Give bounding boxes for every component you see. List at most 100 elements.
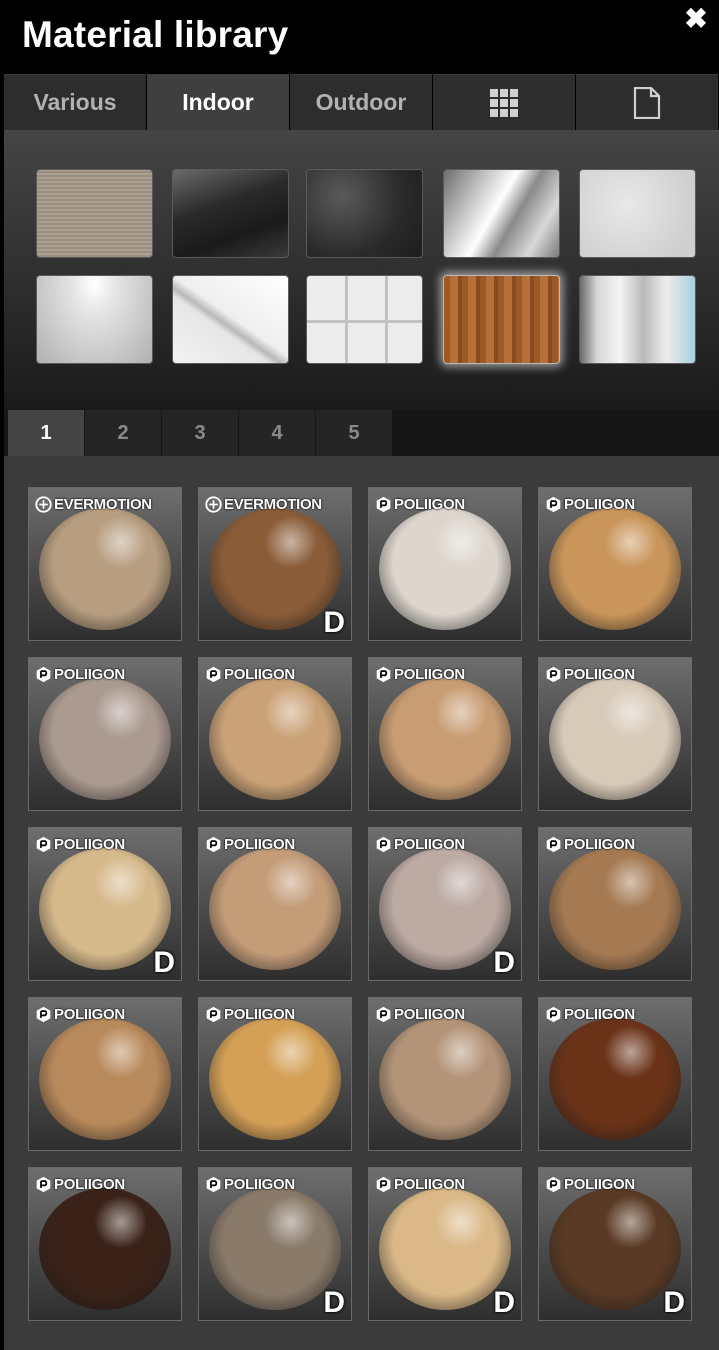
material-card[interactable]: POLIIGON (28, 1167, 182, 1321)
page-4[interactable]: 4 (239, 410, 315, 456)
tab-grid-view[interactable] (433, 74, 575, 130)
category-wood[interactable] (443, 275, 560, 364)
material-card[interactable]: POLIIGON D (368, 1167, 522, 1321)
brand-label: POLIIGON (375, 494, 465, 514)
material-card[interactable]: POLIIGON (198, 657, 352, 811)
tab-various[interactable]: Various (4, 74, 146, 130)
page-2[interactable]: 2 (85, 410, 161, 456)
brand-label: POLIIGON (545, 664, 635, 684)
brand-name: POLIIGON (54, 835, 125, 853)
brand-name: EVERMOTION (224, 495, 322, 513)
material-library-panel: Material library ✖ Various Indoor Outdoo… (0, 0, 719, 1350)
material-card[interactable]: POLIIGON (538, 657, 692, 811)
evermotion-logo-icon (35, 495, 54, 513)
poliigon-logo-icon (35, 836, 54, 853)
window-title: Material library (22, 14, 289, 55)
brand-label: POLIIGON (375, 834, 465, 854)
brand-name: POLIIGON (564, 1005, 635, 1023)
material-card[interactable]: POLIIGON (198, 827, 352, 981)
material-card[interactable]: EVERMOTION (28, 487, 182, 641)
brand-name: POLIIGON (394, 1175, 465, 1193)
material-card[interactable]: POLIIGON (538, 997, 692, 1151)
material-card[interactable]: POLIIGON (28, 657, 182, 811)
brand-label: POLIIGON (205, 834, 295, 854)
poliigon-logo-icon (205, 1006, 224, 1023)
material-sphere (209, 848, 341, 970)
poliigon-logo-icon (545, 836, 564, 853)
material-card[interactable]: POLIIGON (198, 997, 352, 1151)
material-sphere (549, 1188, 681, 1310)
category-glossy-white[interactable] (36, 275, 153, 364)
material-sphere (39, 848, 171, 970)
close-icon[interactable]: ✖ (684, 4, 708, 34)
brand-label: POLIIGON (205, 1004, 295, 1024)
page-1[interactable]: 1 (8, 410, 84, 456)
tab-outdoor[interactable]: Outdoor (290, 74, 432, 130)
category-area (4, 130, 719, 410)
material-sphere (379, 678, 511, 800)
brand-name: POLIIGON (564, 665, 635, 683)
category-stucco[interactable] (579, 169, 696, 258)
poliigon-logo-icon (375, 666, 394, 683)
category-leather[interactable] (306, 169, 423, 258)
material-sphere (209, 508, 341, 630)
category-glossy-dark[interactable] (172, 169, 289, 258)
category-tiles[interactable] (306, 275, 423, 364)
material-sphere (379, 508, 511, 630)
material-sphere (379, 1188, 511, 1310)
material-card[interactable]: POLIIGON D (28, 827, 182, 981)
poliigon-logo-icon (205, 1176, 224, 1193)
poliigon-logo-icon (545, 666, 564, 683)
brand-name: POLIIGON (54, 1175, 125, 1193)
material-card[interactable]: POLIIGON (538, 487, 692, 641)
material-card[interactable]: EVERMOTION D (198, 487, 352, 641)
poliigon-logo-icon (205, 666, 224, 683)
category-marble[interactable] (172, 275, 289, 364)
category-brushed-metal[interactable] (443, 169, 560, 258)
brand-label: POLIIGON (545, 1174, 635, 1194)
download-badge: D (323, 1286, 345, 1319)
brand-name: POLIIGON (54, 665, 125, 683)
material-card[interactable]: POLIIGON (368, 487, 522, 641)
brand-label: POLIIGON (35, 664, 125, 684)
brand-label: POLIIGON (35, 1174, 125, 1194)
brand-name: POLIIGON (224, 1005, 295, 1023)
brand-name: POLIIGON (564, 835, 635, 853)
tab-document[interactable] (576, 74, 718, 130)
brand-name: POLIIGON (394, 835, 465, 853)
document-icon (633, 86, 661, 119)
material-card[interactable]: POLIIGON (368, 657, 522, 811)
category-fabric[interactable] (36, 169, 153, 258)
brand-name: POLIIGON (394, 495, 465, 513)
page-5[interactable]: 5 (316, 410, 392, 456)
brand-name: POLIIGON (564, 495, 635, 513)
material-sphere (39, 678, 171, 800)
material-sphere (379, 848, 511, 970)
page-3[interactable]: 3 (162, 410, 238, 456)
brand-name: POLIIGON (564, 1175, 635, 1193)
category-curtain[interactable] (579, 275, 696, 364)
download-badge: D (323, 606, 345, 639)
brand-label: POLIIGON (35, 834, 125, 854)
material-grid: EVERMOTION EVERMOTION D POLIIGON POLIIGON POL… (4, 456, 719, 1350)
tab-indoor[interactable]: Indoor (147, 74, 289, 130)
material-card[interactable]: POLIIGON (538, 827, 692, 981)
download-badge: D (153, 946, 175, 979)
material-sphere (209, 678, 341, 800)
brand-name: EVERMOTION (54, 495, 152, 513)
poliigon-logo-icon (35, 1176, 54, 1193)
poliigon-logo-icon (375, 1176, 394, 1193)
brand-label: POLIIGON (375, 664, 465, 684)
brand-label: POLIIGON (205, 1174, 295, 1194)
material-card[interactable]: POLIIGON (28, 997, 182, 1151)
material-card[interactable]: POLIIGON (368, 997, 522, 1151)
brand-label: POLIIGON (205, 664, 295, 684)
download-badge: D (493, 1286, 515, 1319)
material-card[interactable]: POLIIGON D (538, 1167, 692, 1321)
material-sphere (549, 848, 681, 970)
poliigon-logo-icon (545, 496, 564, 513)
download-badge: D (663, 1286, 685, 1319)
material-card[interactable]: POLIIGON D (368, 827, 522, 981)
material-card[interactable]: POLIIGON D (198, 1167, 352, 1321)
poliigon-logo-icon (35, 666, 54, 683)
